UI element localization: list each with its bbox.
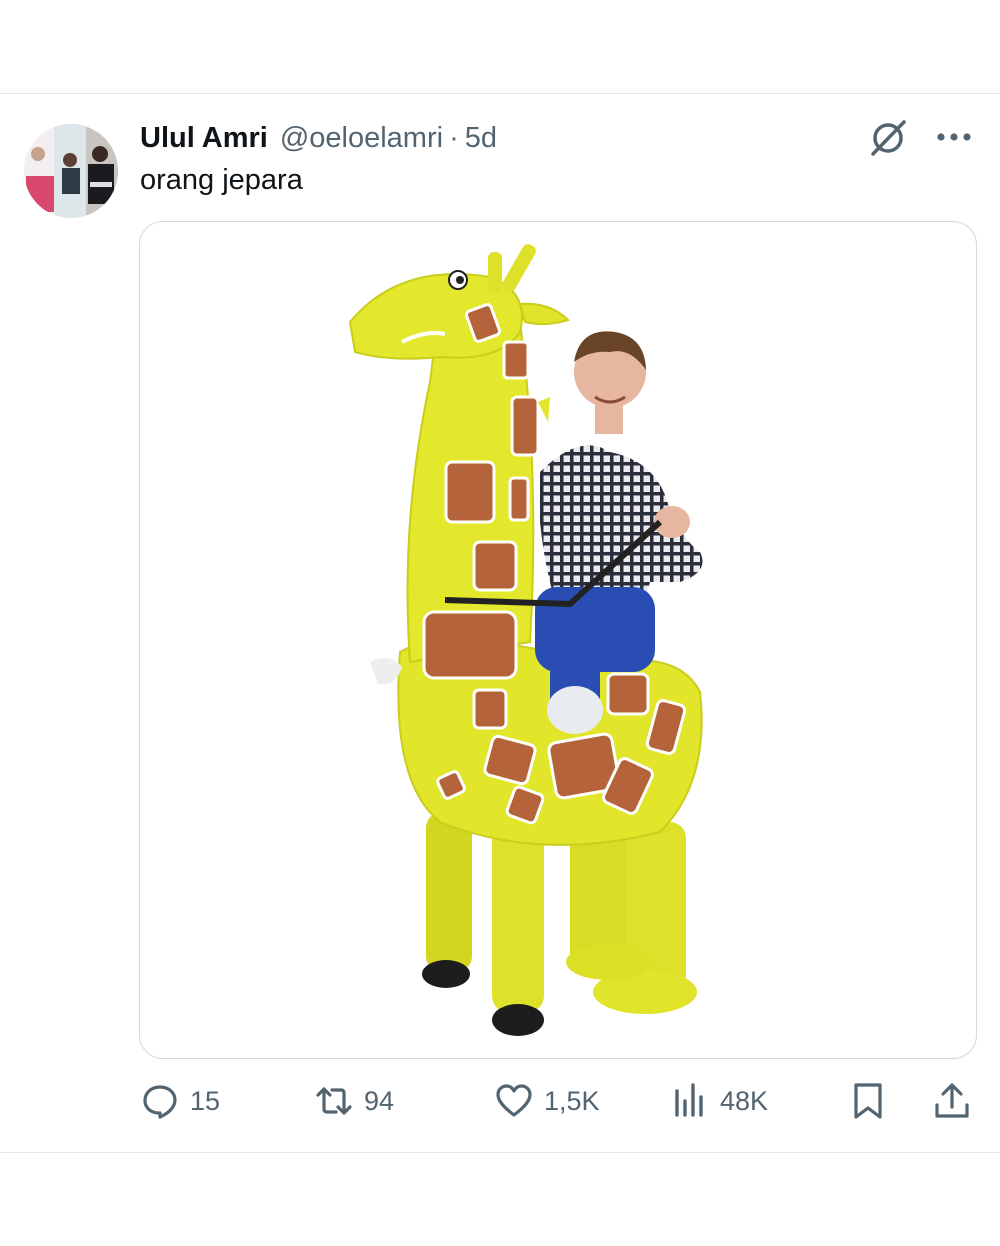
reply-count: 15 xyxy=(190,1085,221,1116)
like-button[interactable]: 1,5K xyxy=(494,1076,600,1126)
like-icon xyxy=(496,1084,532,1117)
views-button[interactable]: 48K xyxy=(670,1076,768,1126)
views-count: 48K xyxy=(720,1085,769,1116)
views-icon xyxy=(675,1083,703,1117)
bookmark-button[interactable] xyxy=(848,1076,888,1126)
tweet-text: orang jepara xyxy=(140,164,303,196)
retweet-button[interactable]: 94 xyxy=(314,1076,394,1126)
avatar[interactable] xyxy=(24,124,118,218)
like-count: 1,5K xyxy=(544,1085,600,1116)
bookmark-icon xyxy=(854,1083,882,1119)
reply-button[interactable]: 15 xyxy=(140,1076,220,1126)
avatar-photo xyxy=(24,124,118,218)
grok-icon[interactable] xyxy=(866,116,910,160)
separator-dot: · xyxy=(449,121,459,154)
retweet-count: 94 xyxy=(364,1085,395,1116)
inflatable-giraffe-costume-photo xyxy=(348,244,703,1036)
retweet-icon xyxy=(316,1087,352,1115)
tweet-media[interactable] xyxy=(139,221,977,1059)
tweet-header: Ulul Amri @oeloelamri · 5d xyxy=(140,118,497,158)
top-divider xyxy=(0,93,1000,94)
action-bar: 15 94 1,5K 48K xyxy=(0,1076,1000,1126)
more-options-icon[interactable] xyxy=(932,122,976,152)
timestamp[interactable]: 5d xyxy=(465,122,497,155)
reply-icon xyxy=(143,1085,177,1119)
share-icon xyxy=(935,1083,969,1118)
share-button[interactable] xyxy=(932,1076,972,1126)
bottom-divider xyxy=(0,1152,1000,1153)
display-name[interactable]: Ulul Amri xyxy=(140,122,268,155)
user-handle[interactable]: @oeloelamri xyxy=(280,122,443,155)
